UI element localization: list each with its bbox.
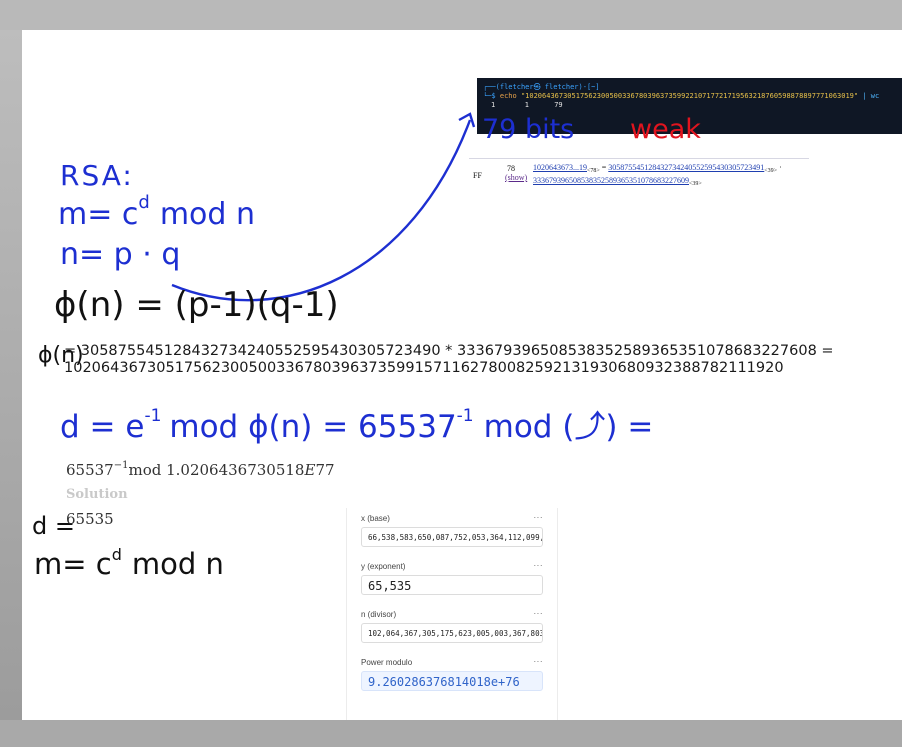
modinv-modulus-exp: 77 bbox=[315, 461, 335, 479]
whiteboard-page: ┌──(fletcher㉿ fletcher)-[~] └─$ echo "10… bbox=[22, 30, 902, 720]
arrow-head-icon bbox=[458, 112, 476, 128]
x-base-input[interactable]: 66,538,583,650,087,752,053,364,112,099, bbox=[361, 527, 543, 547]
note-final-line: m= cd mod n bbox=[34, 545, 224, 581]
note-rsa-title: RSA: bbox=[60, 159, 134, 192]
modinv-mod: mod bbox=[128, 461, 162, 479]
solution-value: 65535 bbox=[66, 510, 114, 528]
power-modulo-label: Power modulo bbox=[361, 658, 413, 667]
phi-computation-line1: = 30587554512843273424055259543030572349… bbox=[64, 343, 834, 359]
note-m-line: m= cd mod n bbox=[58, 192, 255, 232]
note-n-line: n= p · q bbox=[60, 237, 180, 272]
modinv-exp: −1 bbox=[113, 460, 129, 471]
y-exponent-label: y (exponent) bbox=[361, 562, 406, 571]
power-modulo-menu-icon[interactable]: ··· bbox=[534, 657, 544, 666]
modinv-base: 65537 bbox=[66, 461, 114, 479]
power-modulo-calculator: x (base) ··· 66,538,583,650,087,752,053,… bbox=[346, 508, 558, 720]
x-base-menu-icon[interactable]: ··· bbox=[534, 513, 544, 522]
note-phi-formula: ϕ(n) = (p-1)(q-1) bbox=[54, 285, 339, 325]
note-d-formula: d = e-1 mod ϕ(n) = 65537-1 mod (⤴) = bbox=[60, 406, 653, 445]
solution-label: Solution bbox=[66, 487, 128, 502]
y-exponent-input[interactable]: 65,535 bbox=[361, 575, 543, 595]
note-weak: weak bbox=[630, 114, 701, 145]
left-gray-bar bbox=[0, 30, 22, 720]
n-divisor-input[interactable]: 102,064,367,305,175,623,005,003,367,803 bbox=[361, 623, 543, 643]
modinv-modulus: 1.0206436730518 bbox=[161, 461, 305, 479]
note-79-bits: 79 bits bbox=[482, 114, 574, 145]
phi-computation: = 30587554512843273424055259543030572349… bbox=[64, 343, 834, 377]
phi-computation-line2: 1020643673051756230050033678039637359915… bbox=[64, 360, 784, 376]
n-divisor-label: n (divisor) bbox=[361, 610, 397, 619]
bottom-gray-bar bbox=[0, 720, 902, 747]
power-modulo-result: 9.260286376814018e+76 bbox=[361, 671, 543, 691]
modinv-expression: 65537−1mod 1.0206436730518E77 bbox=[66, 460, 335, 479]
x-base-label: x (base) bbox=[361, 514, 390, 523]
y-exponent-menu-icon[interactable]: ··· bbox=[534, 561, 544, 570]
top-gray-bar bbox=[0, 0, 902, 30]
n-divisor-menu-icon[interactable]: ··· bbox=[534, 609, 544, 618]
modinv-modulus-e: E bbox=[304, 461, 316, 479]
